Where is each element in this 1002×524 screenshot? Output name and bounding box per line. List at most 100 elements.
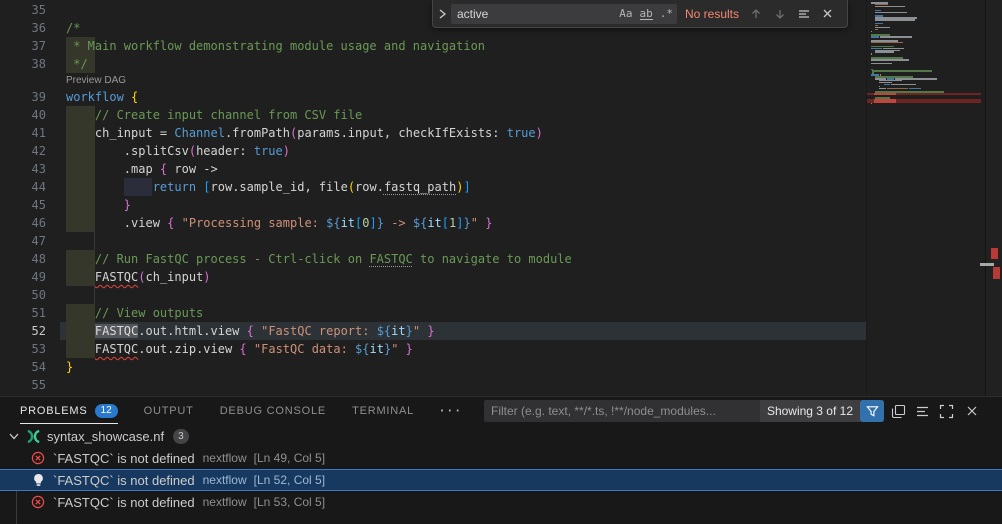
next-match-icon[interactable] <box>773 7 787 21</box>
problem-location: [Ln 49, Col 5] <box>254 451 325 465</box>
panel-tab-problems[interactable]: PROBLEMS 12 <box>20 398 118 424</box>
regex-icon[interactable]: .* <box>660 7 673 20</box>
view-as-table-icon[interactable] <box>915 404 930 419</box>
problems-count-badge: 12 <box>95 404 118 418</box>
panel-tab-output[interactable]: OUTPUT <box>144 398 194 424</box>
code-line-51[interactable]: 51 // View outputs <box>0 304 866 322</box>
overview-ruler[interactable] <box>985 0 1002 396</box>
problems-filter-box[interactable]: Filter (e.g. text, **/*.ts, !**/node_mod… <box>484 400 884 422</box>
find-in-selection-icon[interactable] <box>797 7 811 21</box>
find-input-box: Aa ab .* <box>451 4 677 24</box>
minimap-code-line <box>871 103 872 105</box>
minimap-code-line <box>871 63 892 65</box>
codelens-preview-dag-link[interactable]: Preview DAG <box>66 74 126 87</box>
minimap-error-word <box>874 101 896 103</box>
code-line-38[interactable]: 38 */ <box>0 55 866 73</box>
code-line-42[interactable]: 42 .splitCsv(header: true) <box>0 142 866 160</box>
find-input[interactable] <box>455 6 612 22</box>
problems-file-row[interactable]: syntax_showcase.nf3 <box>0 425 1002 447</box>
problems-tree: syntax_showcase.nf3`FASTQC` is not defin… <box>0 425 1002 513</box>
lightbulb-icon <box>30 473 46 487</box>
code-line-46[interactable]: 46 .view { "Processing sample: ${it[0]} … <box>0 214 866 232</box>
filter-input[interactable]: Filter (e.g. text, **/*.ts, !**/node_mod… <box>484 404 760 418</box>
code-text: */ <box>66 55 88 73</box>
line-number: 38 <box>0 55 46 73</box>
problem-source: nextflow <box>203 473 247 487</box>
minimap[interactable] <box>866 0 985 396</box>
code-line-40[interactable]: 40 // Create input channel from CSV file <box>0 106 866 124</box>
minimap-code-line <box>871 31 872 33</box>
line-number: 52 <box>0 322 46 340</box>
toggle-replace-chevron-icon[interactable] <box>433 8 451 20</box>
panel-tab-terminal[interactable]: TERMINAL <box>352 398 414 424</box>
code-line-44[interactable]: 44 return [row.sample_id, file(row.fastq… <box>0 178 866 196</box>
code-line-55[interactable]: 55 <box>0 376 866 394</box>
panel-tab-label: DEBUG CONSOLE <box>220 405 326 417</box>
close-find-icon[interactable] <box>821 7 834 20</box>
minimap-code-line <box>875 6 904 8</box>
code-line-53[interactable]: 53 FASTQC.out.zip.view { "FastQC data: $… <box>0 340 866 358</box>
code-line-47[interactable]: 47 <box>0 232 866 250</box>
code-line-39[interactable]: 39 workflow { <box>0 88 866 106</box>
minimap-code-line <box>872 70 932 72</box>
line-number: 39 <box>0 88 46 106</box>
line-number: 55 <box>0 376 46 394</box>
chevron-down-icon[interactable] <box>6 429 22 443</box>
problem-row--ln-53-col-5-[interactable]: `FASTQC` is not definednextflow[Ln 53, C… <box>0 491 1002 513</box>
code-line-50[interactable]: 50 <box>0 286 866 304</box>
code-line-54[interactable]: 54} <box>0 358 866 376</box>
maximize-panel-icon[interactable] <box>939 404 954 419</box>
indent-guide <box>94 232 95 250</box>
problem-location: [Ln 52, Col 5] <box>254 473 325 487</box>
code-text: .map { row -> <box>66 160 218 178</box>
filter-funnel-button[interactable] <box>860 400 884 422</box>
code-line-52[interactable]: 52 FASTQC.out.html.view { "FastQC report… <box>0 322 866 340</box>
match-case-icon[interactable]: Aa <box>619 7 632 20</box>
code-line-45[interactable]: 45 } <box>0 196 866 214</box>
code-lines: 3536/*37 * Main workflow demonstrating m… <box>0 1 866 394</box>
minimap-code-line <box>884 84 890 86</box>
problem-message: `FASTQC` is not defined <box>53 495 195 510</box>
whole-word-icon[interactable]: ab <box>640 8 653 20</box>
ruler-error-mark <box>993 267 1000 279</box>
panel-more-actions-icon[interactable]: ··· <box>438 404 461 419</box>
previous-match-icon[interactable] <box>749 7 763 21</box>
problem-row--ln-52-col-5-[interactable]: `FASTQC` is not defined nextflow [Ln 52, C… <box>0 469 1002 491</box>
code-line-49[interactable]: 49 FASTQC(ch_input) <box>0 268 866 286</box>
file-name: syntax_showcase.nf <box>47 429 164 444</box>
problem-message: `FASTQC` is not defined <box>53 473 195 488</box>
code-editor[interactable]: 3536/*37 * Main workflow demonstrating m… <box>0 0 1002 396</box>
code-line-41[interactable]: 41 ch_input = Channel.fromPath(params.in… <box>0 124 866 142</box>
code-text: // Run FastQC process - Ctrl-click on FA… <box>66 250 572 268</box>
code-line-43[interactable]: 43 .map { row -> <box>0 160 866 178</box>
code-text: FASTQC(ch_input) <box>66 268 211 286</box>
minimap-code-line <box>875 12 907 14</box>
code-line-48[interactable]: 48 // Run FastQC process - Ctrl-click on… <box>0 250 866 268</box>
code-text: workflow { <box>66 88 138 106</box>
problem-row--ln-49-col-5-[interactable]: `FASTQC` is not definednextflow[Ln 49, C… <box>0 447 1002 469</box>
line-number: 54 <box>0 358 46 376</box>
problem-location: [Ln 53, Col 5] <box>254 495 325 509</box>
line-number: 51 <box>0 304 46 322</box>
minimap-code-line <box>879 88 885 90</box>
minimap-code-line <box>871 59 909 61</box>
collapse-all-icon[interactable] <box>891 404 906 419</box>
code-text: FASTQC.out.zip.view { "FastQC data: ${it… <box>66 340 413 358</box>
error-icon <box>30 495 46 509</box>
codelens-row: Preview DAG <box>0 73 866 88</box>
code-text: .view { "Processing sample: ${it[0]} -> … <box>66 214 492 232</box>
line-number: 48 <box>0 250 46 268</box>
minimap-code-line <box>871 53 872 55</box>
panel-tab-label: PROBLEMS <box>20 405 88 417</box>
code-text: * Main workflow demonstrating module usa… <box>66 37 485 55</box>
code-text: } <box>66 196 131 214</box>
panel-tab-debug-console[interactable]: DEBUG CONSOLE <box>220 398 326 424</box>
code-line-37[interactable]: 37 * Main workflow demonstrating module … <box>0 37 866 55</box>
line-number: 53 <box>0 340 46 358</box>
panel-tabs: PROBLEMS 12 OUTPUT DEBUG CONSOLE TERMINAL ··· <box>20 397 462 425</box>
minimap-code-line <box>891 84 916 86</box>
problem-message: `FASTQC` is not defined <box>53 451 195 466</box>
ruler-error-mark <box>991 248 998 259</box>
indent-guide <box>94 286 95 304</box>
close-panel-icon[interactable] <box>965 404 979 418</box>
